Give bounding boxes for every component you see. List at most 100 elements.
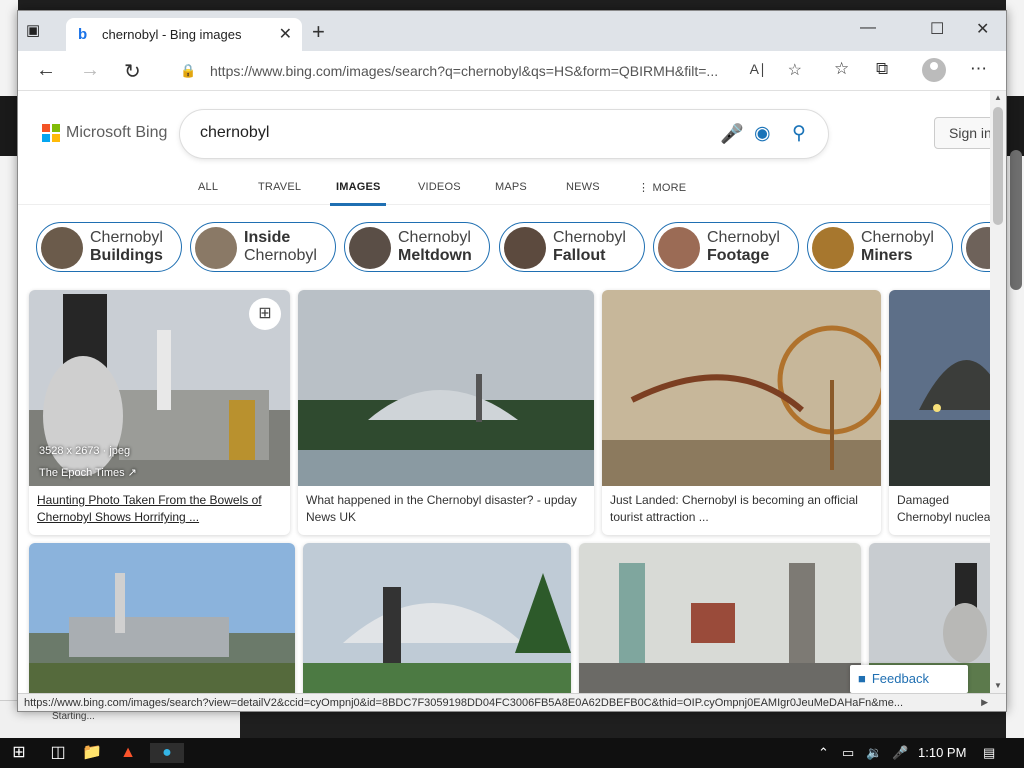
nav-all[interactable]: ALL xyxy=(198,181,218,193)
clock-time[interactable]: 1:10 PM xyxy=(918,745,966,760)
pill-line1: Inside xyxy=(244,229,291,246)
pill-line1: Chernobyl xyxy=(553,229,626,246)
pill-next-partial[interactable] xyxy=(961,222,992,272)
result-image-7 xyxy=(579,543,861,695)
result-caption-2[interactable]: What happened in the Chernobyl disaster?… xyxy=(306,492,586,526)
feedback-button[interactable]: ■ Feedback xyxy=(850,665,968,693)
network-icon[interactable]: ▭ xyxy=(842,745,854,761)
pill-line1: Chernobyl xyxy=(398,229,471,246)
bing-logo[interactable]: Microsoft Bing xyxy=(42,124,167,142)
profile-avatar[interactable] xyxy=(922,58,946,82)
pill-chernobyl-miners[interactable]: Chernobyl Miners xyxy=(807,222,953,272)
source-name: The Epoch Times xyxy=(39,467,125,479)
back-icon[interactable]: ← xyxy=(36,59,56,82)
refresh-icon[interactable]: ↻ xyxy=(124,59,141,84)
result-card-3[interactable]: Just Landed: Chernobyl is becoming an of… xyxy=(602,290,881,535)
nav-images[interactable]: IMAGES xyxy=(336,181,381,193)
browser-window: ▣ b chernobyl - Bing images ✕ + — ☐ ✕ ← … xyxy=(17,10,1007,712)
sign-in-button[interactable]: Sign in xyxy=(934,117,992,149)
result-card-4[interactable]: Damaged Chernobyl nuclear disaster ... xyxy=(889,290,992,535)
search-icon[interactable]: ⚲ xyxy=(792,122,806,145)
pill-chernobyl-buildings[interactable]: Chernobyl Buildings xyxy=(36,222,182,272)
result-caption-1[interactable]: Haunting Photo Taken From the Bowels of … xyxy=(37,492,277,526)
scroll-up-icon[interactable]: ▲ xyxy=(994,93,1002,102)
background-window-left xyxy=(0,0,18,740)
pill-line1: Chernobyl xyxy=(90,229,163,246)
pill-line1: Chernobyl xyxy=(861,229,934,246)
pill-thumbnail xyxy=(349,227,391,269)
search-box[interactable]: chernobyl 🎤 ◉ ⚲ xyxy=(180,110,828,158)
pill-chernobyl-meltdown[interactable]: Chernobyl Meltdown xyxy=(344,222,490,272)
scroll-down-icon[interactable]: ▼ xyxy=(994,681,1002,690)
tab-bar: ▣ b chernobyl - Bing images ✕ + — ☐ ✕ xyxy=(18,11,1006,51)
brave-browser-icon[interactable]: ▲ xyxy=(118,743,138,763)
nav-videos[interactable]: VIDEOS xyxy=(418,181,461,193)
notifications-icon[interactable]: ▤ xyxy=(983,745,995,761)
nav-travel[interactable]: TRAVEL xyxy=(258,181,301,193)
scroll-right-icon[interactable]: ▶ xyxy=(981,697,988,708)
add-favorite-icon[interactable]: ☆ xyxy=(788,60,802,80)
forward-icon[interactable]: → xyxy=(80,59,100,82)
microphone-icon[interactable]: 🎤 xyxy=(720,122,744,146)
nav-maps[interactable]: MAPS xyxy=(495,181,527,193)
pill-inside-chernobyl[interactable]: Inside Chernobyl xyxy=(190,222,336,272)
close-tab-icon[interactable]: ✕ xyxy=(279,24,292,44)
visual-search-icon[interactable]: ◉ xyxy=(754,122,771,145)
result-card-2[interactable]: What happened in the Chernobyl disaster?… xyxy=(298,290,594,535)
pill-thumbnail xyxy=(504,227,546,269)
search-query[interactable]: chernobyl xyxy=(200,124,269,142)
result-image-6 xyxy=(303,543,571,695)
pill-line2: Fallout xyxy=(553,247,606,264)
pill-line2: Buildings xyxy=(90,247,163,264)
pill-line2: Footage xyxy=(707,247,770,264)
microphone-tray-icon[interactable]: 🎤 xyxy=(892,745,908,761)
bing-page: Microsoft Bing chernobyl 🎤 ◉ ⚲ Sign in A… xyxy=(18,91,992,695)
settings-more-icon[interactable]: ⋯ xyxy=(970,59,987,79)
tray-chevron-icon[interactable]: ⌃ xyxy=(818,745,829,761)
pill-thumbnail xyxy=(41,227,83,269)
image-source[interactable]: The Epoch Times ↗ xyxy=(39,466,137,479)
favorites-icon[interactable]: ☆ xyxy=(834,59,849,79)
background-status-text: Starting... xyxy=(52,711,95,722)
background-window-right xyxy=(1006,0,1024,740)
maximize-icon[interactable]: ☐ xyxy=(930,19,944,39)
collections-icon[interactable]: ⧉ xyxy=(876,59,888,79)
result-image-2 xyxy=(298,290,594,486)
pill-thumbnail xyxy=(195,227,237,269)
scroll-thumb[interactable] xyxy=(993,107,1003,225)
pill-line2: Chernobyl xyxy=(244,247,317,264)
tab-actions-icon[interactable]: ▣ xyxy=(26,21,46,41)
result-caption-4[interactable]: Damaged Chernobyl nuclear disaster ... xyxy=(897,492,992,528)
feedback-icon: ■ xyxy=(858,671,866,686)
search-nav: ALL TRAVEL IMAGES VIDEOS MAPS NEWS ⋮ MOR… xyxy=(18,175,992,206)
result-card-6[interactable] xyxy=(303,543,571,695)
active-tab[interactable]: b chernobyl - Bing images ✕ xyxy=(66,18,302,51)
pill-thumbnail xyxy=(812,227,854,269)
minimize-icon[interactable]: — xyxy=(860,19,876,37)
volume-icon[interactable]: 🔉 xyxy=(866,745,882,761)
pill-chernobyl-fallout[interactable]: Chernobyl Fallout xyxy=(499,222,645,272)
nav-news[interactable]: NEWS xyxy=(566,181,600,193)
url-field[interactable]: 🔒 https://www.bing.com/images/search?q=c… xyxy=(164,55,814,87)
related-searches: Chernobyl Buildings Inside Chernobyl Che… xyxy=(36,222,992,272)
edge-browser-icon[interactable]: ● xyxy=(150,743,184,763)
result-card-7[interactable] xyxy=(579,543,861,695)
status-url-text: https://www.bing.com/images/search?view=… xyxy=(24,697,904,709)
pill-line2: Miners xyxy=(861,247,913,264)
result-card-1[interactable]: ⊞ 3528 x 2673 · jpeg The Epoch Times ↗ H… xyxy=(29,290,290,535)
nav-more[interactable]: ⋮ MORE xyxy=(638,181,686,194)
windows-start-icon[interactable]: ⊞ xyxy=(9,743,29,763)
add-to-collection-icon[interactable]: ⊞ xyxy=(249,298,281,330)
taskbar: ⊞ ◫ 📁 ▲ ● ⌃ ▭ 🔉 🎤 1:10 PM ▤ xyxy=(0,738,1024,768)
new-tab-icon[interactable]: + xyxy=(312,19,325,45)
read-aloud-icon[interactable]: A∣ xyxy=(750,61,766,78)
pill-chernobyl-footage[interactable]: Chernobyl Footage xyxy=(653,222,799,272)
task-view-icon[interactable]: ◫ xyxy=(48,743,68,763)
brand-name: Microsoft Bing xyxy=(66,124,168,141)
result-caption-3[interactable]: Just Landed: Chernobyl is becoming an of… xyxy=(610,492,872,526)
vertical-scrollbar[interactable]: ▲ ▼ xyxy=(990,91,1006,695)
close-window-icon[interactable]: ✕ xyxy=(976,19,989,39)
url-text: https://www.bing.com/images/search?q=che… xyxy=(210,63,719,79)
result-card-5[interactable] xyxy=(29,543,295,695)
file-explorer-icon[interactable]: 📁 xyxy=(82,743,102,763)
